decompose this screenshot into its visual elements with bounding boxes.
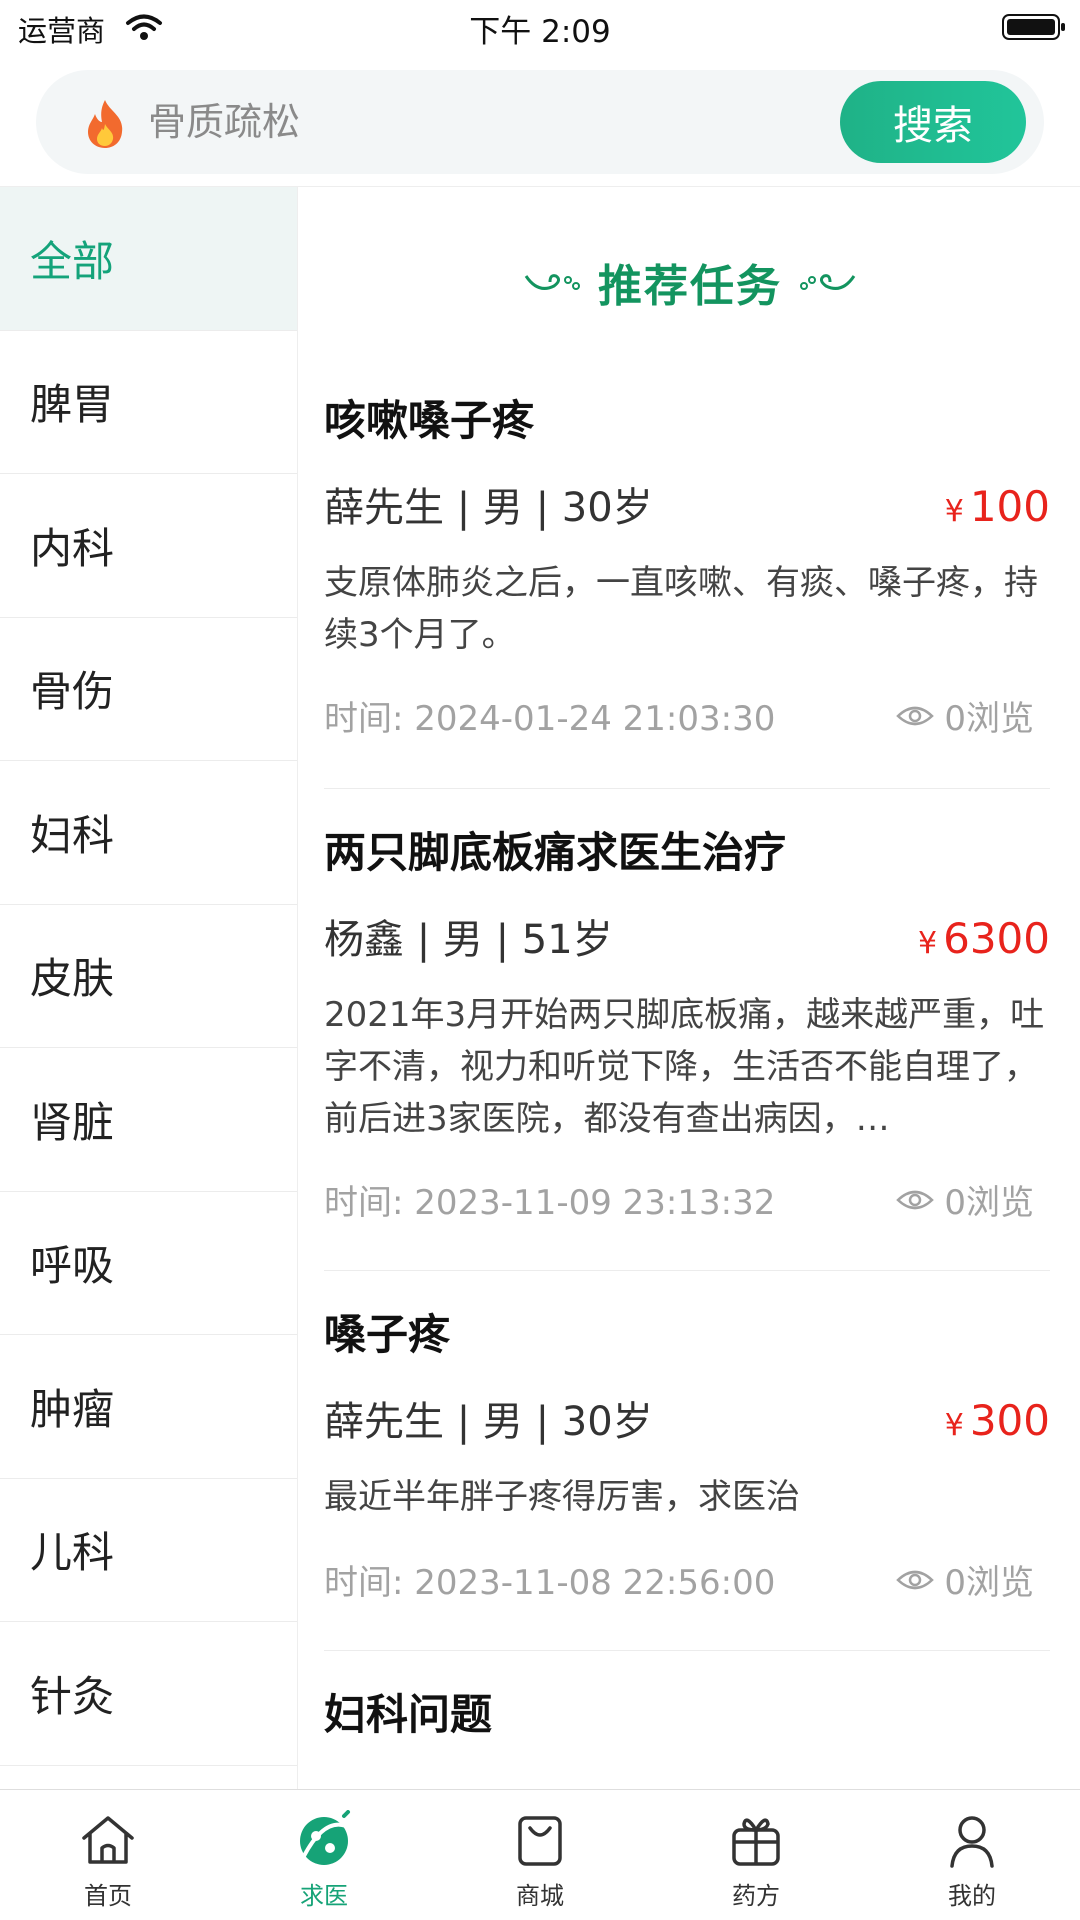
patient-info: 薛先生 | 男 | 30岁 (324, 485, 653, 531)
sidebar-item-dermatology[interactable]: 皮肤 (0, 905, 297, 1048)
task-description: 支原体肺炎之后，一直咳嗽、有痰、嗓子疼，持续3个月了。 (324, 563, 1038, 655)
task-meta: 薛先生 | 男 | 30岁 ¥100 (324, 475, 1050, 533)
search-bar: 搜索 (36, 70, 1044, 174)
patient-info: 杨鑫 | 男 | 51岁 (324, 917, 613, 963)
price-value: 6300 (943, 914, 1050, 963)
task-title: 嗓子疼 (324, 1310, 451, 1359)
views-label: 0浏览 (944, 699, 1034, 739)
eye-icon (896, 1190, 935, 1209)
bottom-tab-bar: 首页 求医 商城 药方 我的 (0, 1789, 1080, 1920)
search-input[interactable] (148, 92, 748, 152)
eye-icon (896, 1570, 935, 1589)
section-title: 推荐任务 (598, 261, 782, 312)
clock-time: 下午 2:09 (469, 14, 611, 50)
sidebar-item-all[interactable]: 全部 (0, 187, 297, 331)
price-value: 100 (969, 482, 1050, 531)
tab-prescription[interactable]: 药方 (648, 1790, 864, 1920)
battery-icon (1002, 14, 1065, 40)
view-count: 0浏览 (896, 1175, 1034, 1224)
eye-icon (896, 706, 935, 725)
user-icon (950, 1816, 994, 1868)
task-meta: 薛先生 | 男 | 30岁 ¥300 (324, 1389, 1050, 1447)
sidebar-item-gynecology[interactable]: 妇科 (0, 761, 297, 905)
task-title: 两只脚底板痛求医生治疗 (324, 828, 787, 877)
currency-symbol: ¥ (944, 1408, 964, 1443)
tab-label: 首页 (84, 1882, 132, 1910)
swirl-right-icon (800, 274, 856, 290)
task-time: 时间: 2024-01-24 21:03:30 (324, 699, 776, 739)
tab-mall[interactable]: 商城 (432, 1790, 648, 1920)
price-value: 300 (969, 1396, 1050, 1445)
seek-doctor-icon (300, 1810, 350, 1865)
sidebar-item-internal-medicine[interactable]: 内科 (0, 474, 297, 618)
shopping-bag-icon (518, 1816, 562, 1866)
search-button[interactable]: 搜索 (840, 81, 1026, 163)
views-label: 0浏览 (944, 1563, 1034, 1603)
task-footer: 时间: 2024-01-24 21:03:30 0浏览 (324, 691, 1034, 740)
task-price: ¥100 (945, 482, 1050, 531)
task-price: ¥300 (945, 1396, 1050, 1445)
tab-seek-doctor[interactable]: 求医 (216, 1790, 432, 1920)
task-title: 妇科问题 (324, 1690, 493, 1739)
home-icon (82, 1816, 134, 1864)
app-screen: 运营商 下午 2:09 搜索 全部 脾胃 内科 骨伤 妇科 皮肤 肾脏 呼吸 肿… (0, 0, 1080, 1920)
tab-label: 我的 (948, 1882, 996, 1910)
status-bar: 运营商 下午 2:09 (0, 0, 1080, 56)
tab-home[interactable]: 首页 (0, 1790, 216, 1920)
task-price: ¥6300 (918, 914, 1050, 963)
task-description: 最近半年胖子疼得厉害，求医治 (324, 1477, 800, 1517)
tab-profile[interactable]: 我的 (864, 1790, 1080, 1920)
task-card[interactable]: 咳嗽嗓子疼 薛先生 | 男 | 30岁 ¥100 支原体肺炎之后，一直咳嗽、有痰… (324, 387, 1050, 789)
sidebar-item-spleen-stomach[interactable]: 脾胃 (0, 331, 297, 474)
task-time: 时间: 2023-11-09 23:13:32 (324, 1183, 776, 1223)
task-title: 咳嗽嗓子疼 (324, 396, 535, 445)
tab-label: 药方 (732, 1882, 780, 1910)
sidebar-item-oncology[interactable]: 肿瘤 (0, 1335, 297, 1479)
category-sidebar: 全部 脾胃 内科 骨伤 妇科 皮肤 肾脏 呼吸 肿瘤 儿科 针灸 (0, 187, 298, 1789)
currency-symbol: ¥ (944, 494, 964, 529)
sidebar-item-respiratory[interactable]: 呼吸 (0, 1192, 297, 1335)
task-card[interactable]: 妇科问题 (324, 1681, 1050, 1789)
task-footer: 时间: 2023-11-09 23:13:32 0浏览 (324, 1175, 1034, 1224)
recommended-header: 推荐任务 (300, 247, 1080, 317)
tab-label: 求医 (300, 1882, 348, 1910)
task-description: 2021年3月开始两只脚底板痛，越来越严重，吐字不清，视力和听觉下降，生活否不能… (324, 995, 1045, 1139)
task-time: 时间: 2023-11-08 22:56:00 (324, 1563, 776, 1603)
sidebar-item-orthopedics[interactable]: 骨伤 (0, 618, 297, 761)
views-label: 0浏览 (944, 1183, 1034, 1223)
sidebar-item-kidney[interactable]: 肾脏 (0, 1048, 297, 1192)
prescription-icon (732, 1818, 780, 1866)
tab-label: 商城 (516, 1882, 564, 1910)
view-count: 0浏览 (896, 1555, 1034, 1604)
task-list-panel: 推荐任务 咳嗽嗓子疼 薛先生 | 男 | 30岁 ¥100 支原体肺炎之后，一直… (300, 187, 1080, 1789)
currency-symbol: ¥ (918, 926, 938, 961)
task-footer: 时间: 2023-11-08 22:56:00 0浏览 (324, 1555, 1034, 1604)
task-card[interactable]: 两只脚底板痛求医生治疗 杨鑫 | 男 | 51岁 ¥6300 2021年3月开始… (324, 819, 1050, 1271)
sidebar-item-acupuncture[interactable]: 针灸 (0, 1622, 297, 1766)
patient-info: 薛先生 | 男 | 30岁 (324, 1399, 653, 1445)
sidebar-item-pediatrics[interactable]: 儿科 (0, 1479, 297, 1622)
task-card[interactable]: 嗓子疼 薛先生 | 男 | 30岁 ¥300 最近半年胖子疼得厉害，求医治 时间… (324, 1301, 1050, 1651)
fire-icon (88, 100, 123, 148)
view-count: 0浏览 (896, 691, 1034, 740)
swirl-left-icon (524, 274, 580, 290)
task-meta: 杨鑫 | 男 | 51岁 ¥6300 (324, 907, 1050, 965)
